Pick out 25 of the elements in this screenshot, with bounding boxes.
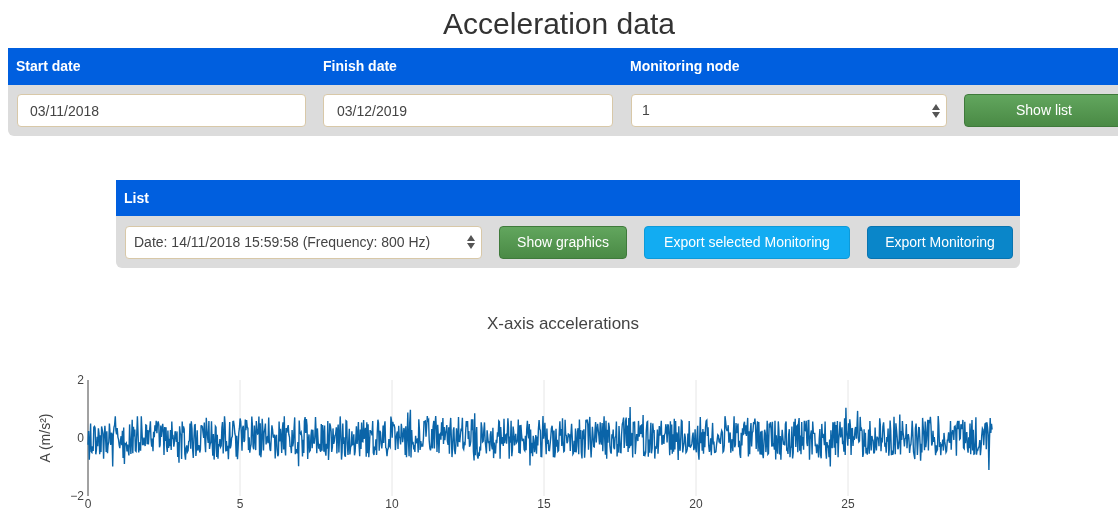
- x-tick-label: 15: [537, 497, 551, 511]
- field-label: Start date: [16, 57, 82, 76]
- field-label: Finish date: [323, 57, 398, 76]
- x-tick-label: 5: [236, 497, 244, 511]
- node-select[interactable]: 1: [631, 94, 947, 127]
- monitoring-select[interactable]: Date: 14/11/2018 15:59:58 (Frequency: 800 Hz): [125, 225, 482, 259]
- export-button[interactable]: Export Monitoring: [867, 225, 1013, 259]
- finish-date-field[interactable]: 03/12/2019: [323, 94, 613, 127]
- list-title: List: [124, 188, 149, 208]
- show-graphics-button[interactable]: Show graphics: [499, 225, 627, 259]
- x-tick-label: 10: [385, 497, 399, 511]
- field-label: Monitoring node: [630, 57, 740, 76]
- x-tick-label: 0: [84, 497, 92, 511]
- y-tick-label: 2: [77, 373, 84, 387]
- x-tick-label: 25: [841, 497, 855, 511]
- y-axis-label: A (m/s²): [37, 413, 53, 463]
- chart-title: X-axis accelerations: [486, 314, 640, 333]
- page-title: Acceleration data: [443, 9, 675, 39]
- y-tick-label: −2: [70, 489, 84, 503]
- show-list-button[interactable]: Show list: [964, 94, 1118, 127]
- start-date-field[interactable]: 03/11/2018: [17, 94, 306, 127]
- y-tick-label: 0: [77, 431, 84, 445]
- updown-icon: [932, 103, 940, 118]
- updown-icon: [467, 235, 475, 249]
- x-tick-label: 20: [689, 497, 703, 511]
